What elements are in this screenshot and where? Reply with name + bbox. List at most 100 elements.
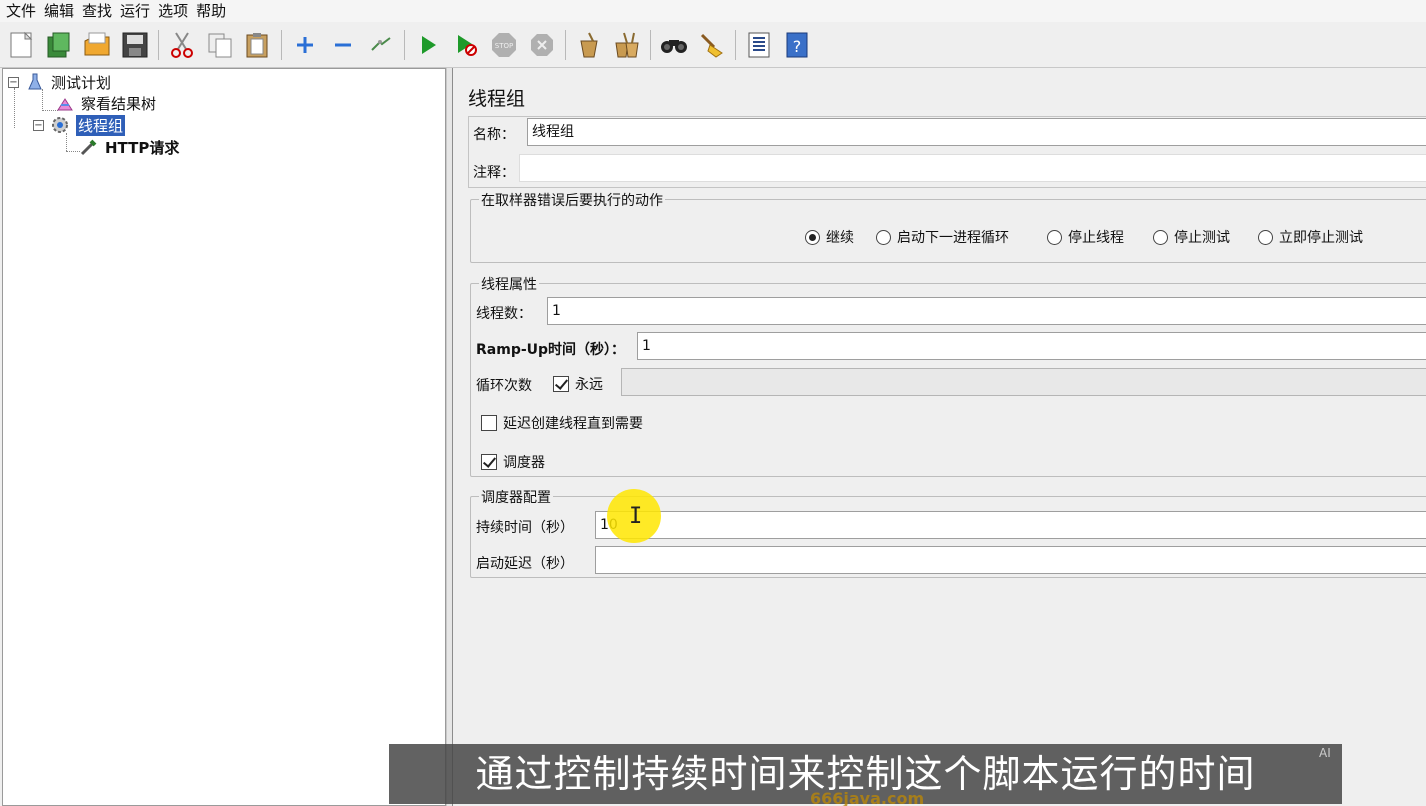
bottom-watermark: 666java.com — [810, 789, 925, 806]
delay-thread-creation-checkbox[interactable]: 延迟创建线程直到需要 — [481, 413, 643, 433]
loop-count-field — [621, 368, 1426, 396]
toggle-icon[interactable] — [366, 29, 396, 61]
checkbox-indicator — [481, 454, 497, 470]
clear-icon[interactable] — [574, 29, 604, 61]
search-icon[interactable] — [659, 29, 689, 61]
copy-icon[interactable] — [205, 29, 235, 61]
menu-file[interactable]: 文件 — [4, 1, 42, 21]
function-helper-icon[interactable] — [744, 29, 774, 61]
tree-connector — [66, 151, 80, 152]
gear-icon — [52, 117, 68, 133]
tree-node-thread-group[interactable]: − 线程组 — [33, 114, 126, 136]
duration-field[interactable]: 10 — [595, 511, 1426, 539]
help-icon[interactable]: ? — [782, 29, 812, 61]
radio-indicator — [1153, 229, 1168, 245]
threads-label: 线程数： — [476, 306, 532, 322]
tree-node-http-request[interactable]: HTTP请求 — [79, 137, 179, 157]
group-title: 线程属性 — [479, 274, 539, 294]
radio-label: 继续 — [826, 230, 854, 246]
radio-indicator — [805, 229, 820, 245]
radio-label: 停止线程 — [1068, 230, 1124, 246]
loop-count-label: 循环次数 — [476, 378, 532, 394]
tree-node-label: 测试计划 — [51, 73, 112, 92]
open-icon[interactable] — [82, 29, 112, 61]
shutdown-icon[interactable] — [527, 29, 557, 61]
listener-icon — [57, 98, 73, 111]
clear-all-icon[interactable] — [612, 29, 642, 61]
radio-indicator — [1047, 229, 1062, 245]
radio-indicator — [1258, 229, 1273, 245]
test-plan-icon — [28, 73, 42, 90]
ai-badge: AI — [1319, 746, 1331, 760]
new-icon[interactable] — [6, 29, 36, 61]
collapse-icon[interactable] — [328, 29, 358, 61]
radio-label: 立即停止测试 — [1279, 230, 1363, 246]
forever-checkbox[interactable]: 永远 — [553, 374, 603, 394]
toolbar-separator — [650, 29, 651, 60]
radio-stop-thread[interactable]: 停止线程 — [1047, 227, 1124, 247]
scheduler-checkbox[interactable]: 调度器 — [481, 452, 545, 472]
radio-stop-test-now[interactable]: 立即停止测试 — [1258, 227, 1363, 247]
stop-icon[interactable]: STOP — [489, 29, 519, 61]
checkbox-indicator — [553, 376, 569, 392]
name-comment-box: 名称： 线程组 注释： — [468, 116, 1426, 188]
save-icon[interactable] — [120, 29, 150, 61]
menu-help[interactable]: 帮助 — [194, 1, 232, 21]
tree-connector — [66, 133, 67, 151]
radio-continue[interactable]: 继续 — [805, 227, 854, 247]
rampup-field[interactable]: 1 — [637, 332, 1426, 360]
tree-connector — [14, 88, 15, 128]
radio-label: 启动下一进程循环 — [897, 230, 1009, 246]
test-plan-tree[interactable]: − 测试计划 察看结果树 − 线程组 HTTP请求 — [2, 68, 446, 806]
radio-label: 停止测试 — [1174, 230, 1230, 246]
collapse-toggle[interactable]: − — [33, 119, 44, 131]
tree-connector — [42, 89, 43, 111]
menu-run[interactable]: 运行 — [118, 1, 156, 21]
menu-edit[interactable]: 编辑 — [42, 1, 80, 21]
startup-delay-field[interactable] — [595, 546, 1426, 574]
start-icon[interactable] — [413, 29, 443, 61]
toolbar-separator — [404, 29, 405, 60]
cut-icon[interactable] — [167, 29, 197, 61]
menu-options[interactable]: 选项 — [156, 1, 194, 21]
checkbox-label: 调度器 — [503, 455, 545, 471]
tree-node-label: HTTP请求 — [105, 138, 180, 157]
svg-text:STOP: STOP — [495, 42, 513, 50]
startup-delay-label: 启动延迟（秒） — [476, 556, 574, 572]
templates-icon[interactable] — [44, 29, 74, 61]
thread-properties-group: 线程属性 线程数： 1 Ramp-Up时间（秒）： 1 循环次数 永远 延迟创建… — [470, 274, 1426, 477]
sampler-error-action-group: 在取样器错误后要执行的动作 继续 启动下一进程循环 停止线程 停止测试 立即停止… — [470, 190, 1426, 263]
name-label: 名称： — [473, 127, 515, 143]
radio-start-next-loop[interactable]: 启动下一进程循环 — [876, 227, 1009, 247]
menu-bar: 文件 编辑 查找 运行 选项 帮助 — [0, 0, 1426, 22]
tree-node-label: 察看结果树 — [81, 94, 157, 113]
toolbar-separator — [158, 29, 159, 60]
toolbar-separator — [565, 29, 566, 60]
comment-field[interactable] — [519, 154, 1426, 182]
expand-icon[interactable] — [290, 29, 320, 61]
collapse-toggle[interactable]: − — [8, 76, 19, 88]
panel-splitter[interactable] — [446, 68, 453, 806]
svg-text:?: ? — [793, 37, 802, 56]
menu-search[interactable]: 查找 — [80, 1, 118, 21]
tree-node-view-results-tree[interactable]: 察看结果树 — [55, 93, 156, 113]
checkbox-label: 永远 — [575, 377, 603, 393]
radio-stop-test[interactable]: 停止测试 — [1153, 227, 1230, 247]
checkbox-indicator — [481, 415, 497, 431]
pipette-icon — [80, 139, 97, 156]
thread-count-field[interactable]: 1 — [547, 297, 1426, 325]
name-field[interactable]: 线程组 — [527, 118, 1426, 146]
rampup-label: Ramp-Up时间（秒）： — [476, 342, 626, 358]
radio-indicator — [876, 229, 891, 245]
toolbar-separator — [281, 29, 282, 60]
group-title: 调度器配置 — [479, 487, 553, 507]
tree-node-label: 线程组 — [76, 114, 126, 136]
paste-icon[interactable] — [243, 29, 273, 61]
duration-label: 持续时间（秒） — [476, 520, 574, 536]
thread-group-editor: 线程组 名称： 线程组 注释： 在取样器错误后要执行的动作 继续 启动下一进程循… — [453, 68, 1426, 806]
start-no-pause-icon[interactable] — [451, 29, 481, 61]
reset-search-icon[interactable] — [697, 29, 727, 61]
toolbar-separator — [735, 29, 736, 60]
tree-node-test-plan[interactable]: − 测试计划 — [8, 72, 111, 92]
toolbar: STOP ? — [0, 22, 1426, 68]
